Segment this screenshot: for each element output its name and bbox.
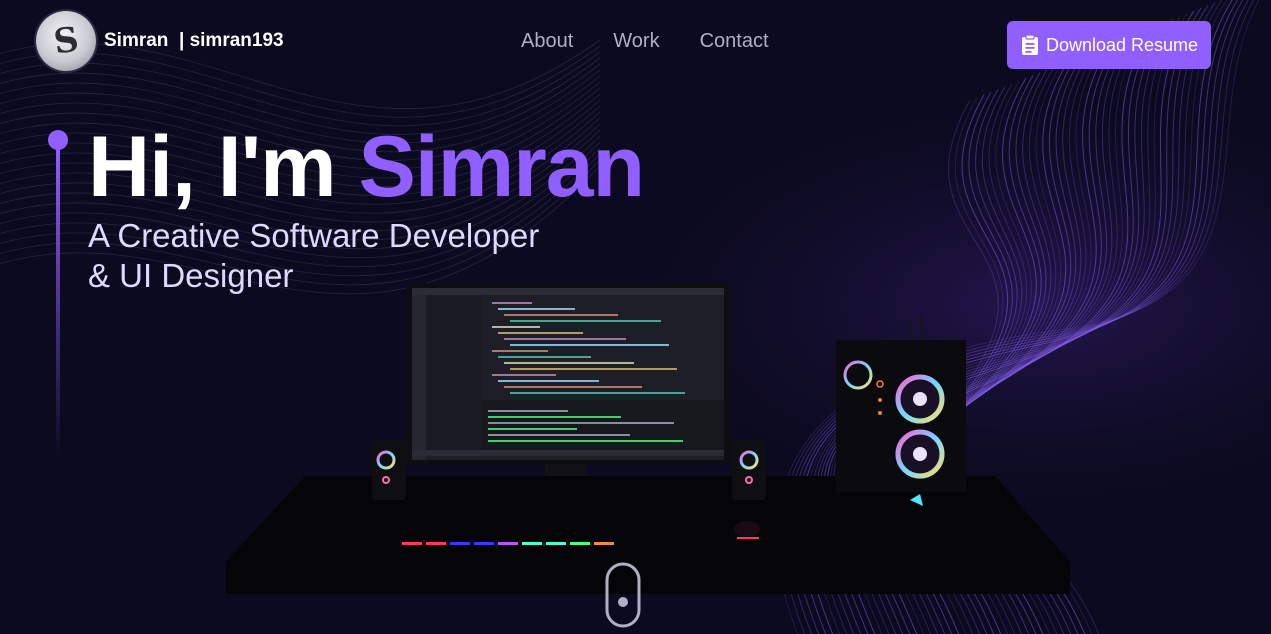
nav-link-work[interactable]: Work [613, 30, 659, 53]
keyboard-light [594, 542, 614, 545]
terminal-line [488, 428, 577, 430]
download-resume-label: Download Resume [1045, 34, 1199, 55]
code-line [504, 386, 642, 388]
code-line [492, 326, 540, 328]
nav-menu: About Work Contact [521, 30, 769, 53]
code-line [498, 308, 575, 310]
download-resume-button[interactable]: Download Resume [1007, 21, 1211, 69]
keyboard-light [474, 542, 494, 545]
avatar: S [36, 11, 96, 71]
keyboard-light [570, 542, 590, 545]
keyboard-lights [402, 542, 614, 545]
terminal-line [488, 416, 621, 418]
terminal-line [488, 422, 674, 424]
clipboard-icon [1021, 34, 1038, 55]
keyboard-light [426, 542, 446, 545]
code-line [504, 338, 626, 340]
brand-separator: | [168, 30, 190, 51]
keyboard-light [546, 542, 566, 545]
scroll-down-indicator[interactable] [605, 562, 641, 628]
hero-accent-track [48, 130, 68, 459]
terminal-line [488, 410, 568, 412]
terminal-line [488, 440, 683, 442]
brand-handle: simran193 [189, 30, 284, 51]
code-line [510, 320, 661, 322]
navbar: S Simran | simran193 About Work Contact … [0, 0, 1271, 82]
keyboard-light [402, 542, 422, 545]
code-line [492, 374, 556, 376]
code-line [492, 350, 548, 352]
code-line [504, 362, 634, 364]
brand-name: Simran [104, 30, 169, 51]
brand-name-text: Simran | simran193 [104, 30, 284, 52]
code-line [510, 368, 677, 370]
brand-link[interactable]: S Simran | simran193 [36, 11, 284, 71]
hero-name: Simran [358, 119, 646, 215]
terminal-line [488, 434, 630, 436]
code-line [498, 332, 583, 334]
code-line [510, 344, 669, 346]
code-line [504, 314, 618, 316]
nav-link-about[interactable]: About [521, 30, 573, 53]
code-line [510, 392, 685, 394]
keyboard-light [498, 542, 518, 545]
hero-greeting: Hi, I'm [88, 119, 359, 215]
hero-subtitle-line-1: A Creative Software Developer [88, 217, 540, 254]
desk-setup-illustration [226, 283, 1070, 594]
keyboard-light [522, 542, 542, 545]
code-line [498, 356, 591, 358]
nav-link-contact[interactable]: Contact [700, 30, 769, 53]
keyboard-light [450, 542, 470, 545]
hero-title: Hi, I'm Simran [88, 118, 646, 217]
avatar-letter: S [51, 19, 81, 63]
code-line [492, 302, 532, 304]
code-line [498, 380, 599, 382]
